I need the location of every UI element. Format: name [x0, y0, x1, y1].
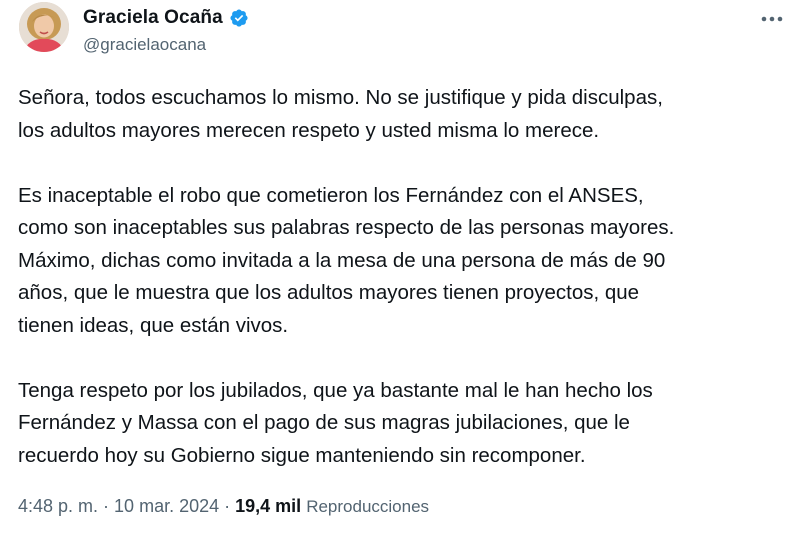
tweet-line: Tenga respeto por los jubilados, que ya …: [18, 378, 653, 402]
tweet-line: Fernández y Massa con el pago de sus mag…: [18, 411, 630, 434]
tweet-line: recuerdo hoy su Gobierno sigue mantenien…: [18, 443, 586, 467]
meta-separator: ·: [219, 496, 236, 516]
author-display-name[interactable]: Graciela Ocaña: [83, 7, 223, 29]
tweet-line: Máximo, dichas como invitada a la mesa d…: [18, 248, 666, 272]
more-options-button[interactable]: [758, 8, 786, 30]
tweet-line: como son inaceptables sus palabras respe…: [18, 216, 675, 239]
tweet-date[interactable]: 10 mar. 2024: [114, 496, 219, 516]
tweet-line: Es inaceptable el robo que cometieron lo…: [18, 183, 644, 207]
tweet-line: tienen ideas, que están vivos.: [18, 313, 289, 337]
meta-separator: ·: [98, 496, 115, 516]
author-handle[interactable]: @gracielaocana: [83, 35, 206, 55]
views-label: Reproducciones: [306, 497, 430, 516]
verified-badge-icon: [229, 8, 249, 28]
tweet-paragraph: Tenga respeto por los jubilados, que ya …: [18, 375, 788, 473]
tweet-paragraph: Señora, todos escuchamos lo mismo. No se…: [18, 82, 788, 147]
avatar[interactable]: [19, 2, 69, 52]
more-horizontal-icon: [761, 16, 783, 22]
tweet-text: Señora, todos escuchamos lo mismo. No se…: [18, 82, 788, 472]
avatar-image: [19, 2, 69, 52]
tweet-card: Graciela Ocaña @gracielaocana Señora, to…: [0, 0, 800, 538]
tweet-time[interactable]: 4:48 p. m.: [18, 496, 98, 516]
author-name-row: Graciela Ocaña: [83, 7, 249, 29]
tweet-paragraph: Es inaceptable el robo que cometieron lo…: [18, 180, 788, 343]
tweet-line: Señora, todos escuchamos lo mismo. No se…: [18, 86, 663, 109]
views-count: 19,4 mil: [235, 496, 302, 516]
tweet-meta: 4:48 p. m. · 10 mar. 2024 · 19,4 mil Rep…: [18, 496, 429, 517]
tweet-line: años, que le muestra que los adultos may…: [18, 281, 640, 304]
tweet-line: los adultos mayores merecen respeto y us…: [18, 118, 600, 142]
